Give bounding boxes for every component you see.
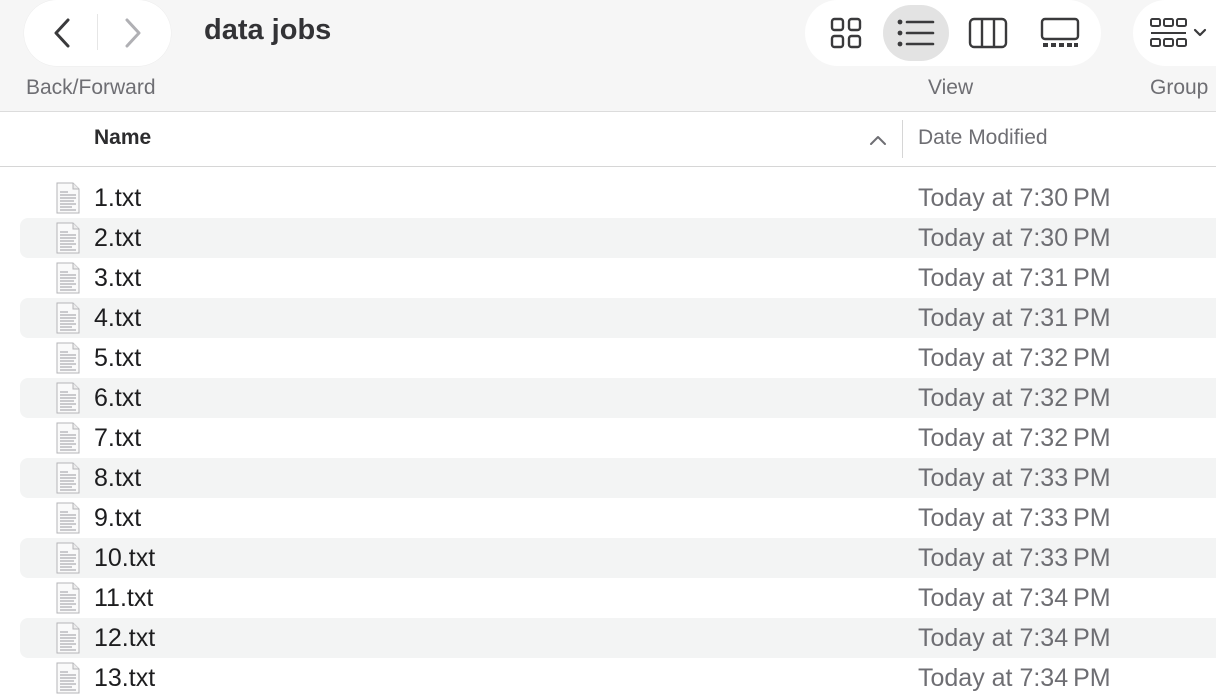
text-document-icon <box>56 382 80 414</box>
file-row[interactable]: 12.txt Today at 7:34 PM <box>20 618 1216 658</box>
text-document-icon <box>56 502 80 534</box>
column-view-button[interactable] <box>955 5 1021 61</box>
file-date-modified: Today at 7:33 PM <box>918 544 1111 572</box>
back-forward-control <box>24 0 171 66</box>
text-document-icon <box>56 262 80 294</box>
folder-title: data jobs <box>204 14 332 46</box>
chevron-left-icon <box>54 18 70 48</box>
file-date-modified: Today at 7:32 PM <box>918 344 1111 372</box>
text-document-icon <box>56 222 80 254</box>
file-name: 5.txt <box>94 344 142 372</box>
file-row[interactable]: 1.txt Today at 7:30 PM <box>20 178 1216 218</box>
file-row[interactable]: 8.txt Today at 7:33 PM <box>20 458 1216 498</box>
file-date-modified: Today at 7:31 PM <box>918 264 1111 292</box>
column-header: Name Date Modified <box>0 112 1216 167</box>
columns-icon <box>968 17 1008 49</box>
file-date-modified: Today at 7:31 PM <box>918 304 1111 332</box>
back-button[interactable] <box>26 0 98 66</box>
file-name: 7.txt <box>94 424 142 452</box>
view-mode-control <box>805 0 1101 66</box>
column-divider[interactable] <box>902 120 903 158</box>
chevron-down-icon <box>1193 28 1207 37</box>
file-name: 6.txt <box>94 384 142 412</box>
text-document-icon <box>56 182 80 214</box>
file-name: 2.txt <box>94 224 142 252</box>
text-document-icon <box>56 542 80 574</box>
file-row[interactable]: 7.txt Today at 7:32 PM <box>20 418 1216 458</box>
file-date-modified: Today at 7:32 PM <box>918 424 1111 452</box>
date-modified-column-header[interactable]: Date Modified <box>918 126 1048 150</box>
text-document-icon <box>56 342 80 374</box>
file-row[interactable]: 6.txt Today at 7:32 PM <box>20 378 1216 418</box>
group-button[interactable] <box>1149 5 1216 61</box>
file-row[interactable]: 3.txt Today at 7:31 PM <box>20 258 1216 298</box>
file-row[interactable]: 4.txt Today at 7:31 PM <box>20 298 1216 338</box>
file-list: 1.txt Today at 7:30 PM 2.txt Today at 7:… <box>0 178 1216 694</box>
file-name: 12.txt <box>94 624 156 652</box>
grid-icon <box>830 17 862 49</box>
chevron-right-icon <box>125 18 141 48</box>
file-name: 3.txt <box>94 264 142 292</box>
text-document-icon <box>56 582 80 614</box>
text-document-icon <box>56 422 80 454</box>
name-column-header[interactable]: Name <box>94 126 151 150</box>
file-name: 4.txt <box>94 304 142 332</box>
toolbar: Back/Forward data jobs View Group <box>0 0 1216 112</box>
file-row[interactable]: 10.txt Today at 7:33 PM <box>20 538 1216 578</box>
file-date-modified: Today at 7:34 PM <box>918 584 1111 612</box>
icon-view-button[interactable] <box>813 5 879 61</box>
text-document-icon <box>56 662 80 694</box>
file-date-modified: Today at 7:34 PM <box>918 624 1111 652</box>
back-forward-caption: Back/Forward <box>26 76 156 99</box>
file-row[interactable]: 13.txt Today at 7:34 PM <box>20 658 1216 694</box>
file-date-modified: Today at 7:34 PM <box>918 664 1111 692</box>
gallery-view-button[interactable] <box>1027 5 1093 61</box>
file-date-modified: Today at 7:33 PM <box>918 464 1111 492</box>
view-caption: View <box>928 76 974 99</box>
text-document-icon <box>56 462 80 494</box>
group-control <box>1133 0 1216 66</box>
file-date-modified: Today at 7:32 PM <box>918 384 1111 412</box>
file-row[interactable]: 11.txt Today at 7:34 PM <box>20 578 1216 618</box>
text-document-icon <box>56 302 80 334</box>
file-date-modified: Today at 7:30 PM <box>918 224 1111 252</box>
file-date-modified: Today at 7:33 PM <box>918 504 1111 532</box>
gallery-icon <box>1040 17 1080 47</box>
file-name: 8.txt <box>94 464 142 492</box>
file-row[interactable]: 2.txt Today at 7:30 PM <box>20 218 1216 258</box>
finder-window: Back/Forward data jobs View Group Name D… <box>0 0 1216 694</box>
sort-ascending-icon[interactable] <box>868 130 888 150</box>
file-name: 11.txt <box>94 584 154 612</box>
list-icon <box>897 19 935 47</box>
group-caption: Group <box>1150 76 1209 99</box>
forward-button[interactable] <box>97 0 169 66</box>
file-row[interactable]: 9.txt Today at 7:33 PM <box>20 498 1216 538</box>
group-grid-icon <box>1150 18 1187 47</box>
file-date-modified: Today at 7:30 PM <box>918 184 1111 212</box>
list-view-button[interactable] <box>883 5 949 61</box>
file-row[interactable]: 5.txt Today at 7:32 PM <box>20 338 1216 378</box>
file-name: 9.txt <box>94 504 142 532</box>
text-document-icon <box>56 622 80 654</box>
file-name: 1.txt <box>94 184 142 212</box>
file-name: 13.txt <box>94 664 156 692</box>
file-name: 10.txt <box>94 544 156 572</box>
